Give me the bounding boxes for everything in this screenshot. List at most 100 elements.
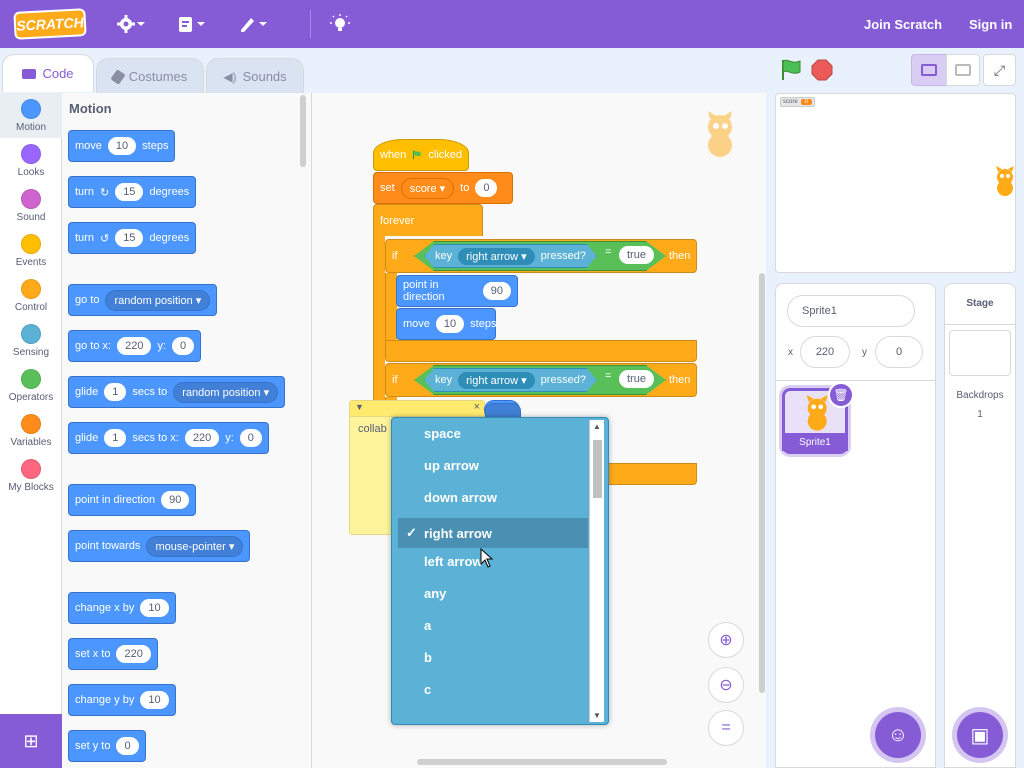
zoom-in-button[interactable]: ⊕ [708,622,744,658]
block-turn-left[interactable]: turn ↺ 15 degrees [68,222,197,254]
lightbulb-icon [330,14,350,31]
green-flag-button[interactable] [778,58,804,82]
settings-menu[interactable] [116,0,146,48]
block-glide-xy[interactable]: glide 1 secs to x: 220 y: 0 [68,422,269,454]
category-looks[interactable]: Looks [0,138,62,183]
category-motion[interactable]: Motion [0,93,62,138]
equals-sign-1: = [605,246,612,258]
workspace-horizontal-scrollbar[interactable] [417,759,667,765]
block-glide-to[interactable]: glide 1 secs to random position ▾ [68,376,286,408]
block-go-to[interactable]: go to random position ▾ [68,284,218,316]
dropdown-option[interactable]: space [398,418,588,448]
join-scratch-link[interactable]: Join Scratch [864,0,942,48]
dropdown-option[interactable]: c [398,674,588,704]
block-change-y[interactable]: change y by 10 [68,684,176,716]
category-sound[interactable]: Sound [0,183,62,228]
scratch-logo[interactable]: SCRATCH [13,8,87,40]
dropdown-scrollbar[interactable]: ▲ ▼ [589,420,604,722]
scroll-down-icon[interactable]: ▼ [593,711,601,720]
key-pressed-block-1[interactable]: key right arrow ▾ pressed? [424,244,597,268]
delete-sprite-button[interactable]: 🗑 [828,382,854,408]
stage-canvas[interactable]: score 0 [775,93,1016,273]
backdrops-count: 1 [977,409,983,420]
key-pressed-block-2[interactable]: key right arrow ▾ pressed? [424,368,597,392]
operators-dot-icon [21,369,41,389]
large-stage-button[interactable] [946,54,980,86]
block-point-direction[interactable]: point in direction 90 [68,484,197,516]
choose-backdrop-button[interactable]: ▣ [957,712,1003,758]
y-label: y [862,347,867,358]
sprite-info-pane: Sprite1 x 220 y 0 Sprite1 🗑 ☺ [775,283,936,768]
block-change-x[interactable]: change x by 10 [68,592,176,624]
file-menu[interactable] [176,0,206,48]
category-label: Motion [15,122,46,133]
my-blocks-dot-icon [21,459,41,479]
when-flag-clicked-block[interactable]: when clicked [373,139,469,171]
then-label-2: then [669,374,691,386]
point-in-direction-block[interactable]: point in direction 90 [396,275,518,307]
set-variable-block[interactable]: set score ▾ to 0 [373,172,513,204]
sprite-cat-icon[interactable] [991,166,1017,198]
tutorials-button[interactable] [330,0,350,48]
sprite-name-field[interactable]: Sprite1 [787,295,915,327]
dropdown-option-selected[interactable]: ✓ right arrow [398,518,588,548]
dropdown-option[interactable]: b [398,642,588,672]
small-stage-button[interactable] [911,54,947,86]
stop-button[interactable] [811,59,833,81]
block-set-x[interactable]: set x to 220 [68,638,158,670]
fullscreen-button[interactable]: ⤢ [983,54,1016,86]
y-field[interactable]: 0 [875,336,923,368]
dropdown-option[interactable]: any [398,578,588,608]
edit-menu[interactable] [238,0,268,48]
small-stage-icon [921,64,937,76]
block-set-y[interactable]: set y to 0 [68,730,146,762]
add-extension-button[interactable]: ⊞ [0,714,62,768]
tab-code[interactable]: Code [2,54,94,92]
block-move[interactable]: move 10 steps [68,130,176,162]
dropdown-option[interactable]: down arrow [398,482,588,512]
score-monitor[interactable]: score 0 [780,97,816,107]
block-turn-right[interactable]: turn ↻ 15 degrees [68,176,197,208]
comment-collapse-icon[interactable]: ▼ [355,402,364,412]
category-my-blocks[interactable]: My Blocks [0,453,62,498]
palette-scrollbar[interactable] [300,95,306,167]
sign-in-link[interactable]: Sign in [969,0,1012,48]
comment-header[interactable]: ▼ × [350,401,484,417]
true-input-1[interactable]: true [619,246,654,264]
x-field[interactable]: 220 [800,336,850,368]
forever-block[interactable]: forever [373,204,483,236]
block-go-to-xy[interactable]: go to x: 220 y: 0 [68,330,202,362]
mouse-cursor-icon [480,548,494,568]
category-label: Variables [10,437,52,448]
comment-close-icon[interactable]: × [474,401,480,413]
category-label: Control [14,302,48,313]
control-dot-icon [21,279,41,299]
dropdown-scroll-thumb[interactable] [593,440,602,498]
backdrop-thumbnail[interactable] [949,330,1011,376]
category-operators[interactable]: Operators [0,363,62,408]
dropdown-option[interactable]: a [398,610,588,640]
zoom-out-button[interactable]: ⊖ [708,667,744,703]
code-icon [22,68,37,79]
menu-divider [310,10,311,38]
scroll-up-icon[interactable]: ▲ [593,422,601,431]
motion-dot-icon [21,99,41,119]
file-icon [179,17,205,32]
block-point-towards[interactable]: point towards mouse-pointer ▾ [68,530,251,562]
category-label: Operators [8,392,54,403]
add-sprite-icon: ☺ [887,723,909,746]
choose-sprite-button[interactable]: ☺ [875,712,921,758]
true-input-2[interactable]: true [619,370,654,388]
workspace-vertical-scrollbar[interactable] [759,273,765,693]
tab-sounds[interactable]: ◀) Sounds [206,58,304,94]
category-variables[interactable]: Variables [0,408,62,453]
dropdown-option[interactable]: up arrow [398,450,588,480]
tab-costumes[interactable]: Costumes [96,58,204,94]
stage-selector-pane[interactable]: Stage Backdrops 1 ▣ [944,283,1016,768]
move-steps-block[interactable]: move 10 steps [396,308,496,340]
category-control[interactable]: Control [0,273,62,318]
category-sensing[interactable]: Sensing [0,318,62,363]
zoom-reset-button[interactable]: = [708,710,744,746]
category-events[interactable]: Events [0,228,62,273]
key-dropdown-menu[interactable]: space up arrow down arrow ✓ right arrow … [391,417,609,725]
